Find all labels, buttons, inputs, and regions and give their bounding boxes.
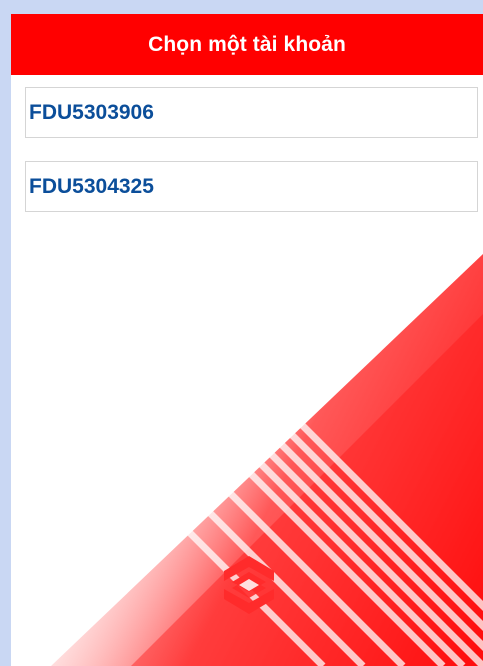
account-picker-dialog: Chọn một tài khoản FDU5303906 FDU5304325 bbox=[11, 14, 483, 666]
app-backdrop: Chọn một tài khoản FDU5303906 FDU5304325 bbox=[0, 0, 483, 666]
account-label: FDU5304325 bbox=[29, 174, 154, 198]
account-item-2[interactable]: FDU5304325 bbox=[25, 161, 478, 212]
account-list: FDU5303906 FDU5304325 bbox=[11, 75, 483, 212]
dialog-title: Chọn một tài khoản bbox=[148, 32, 346, 56]
brand-logo-icon bbox=[224, 556, 274, 614]
account-label: FDU5303906 bbox=[29, 100, 154, 124]
account-item-1[interactable]: FDU5303906 bbox=[25, 87, 478, 138]
dialog-header: Chọn một tài khoản bbox=[11, 14, 483, 75]
